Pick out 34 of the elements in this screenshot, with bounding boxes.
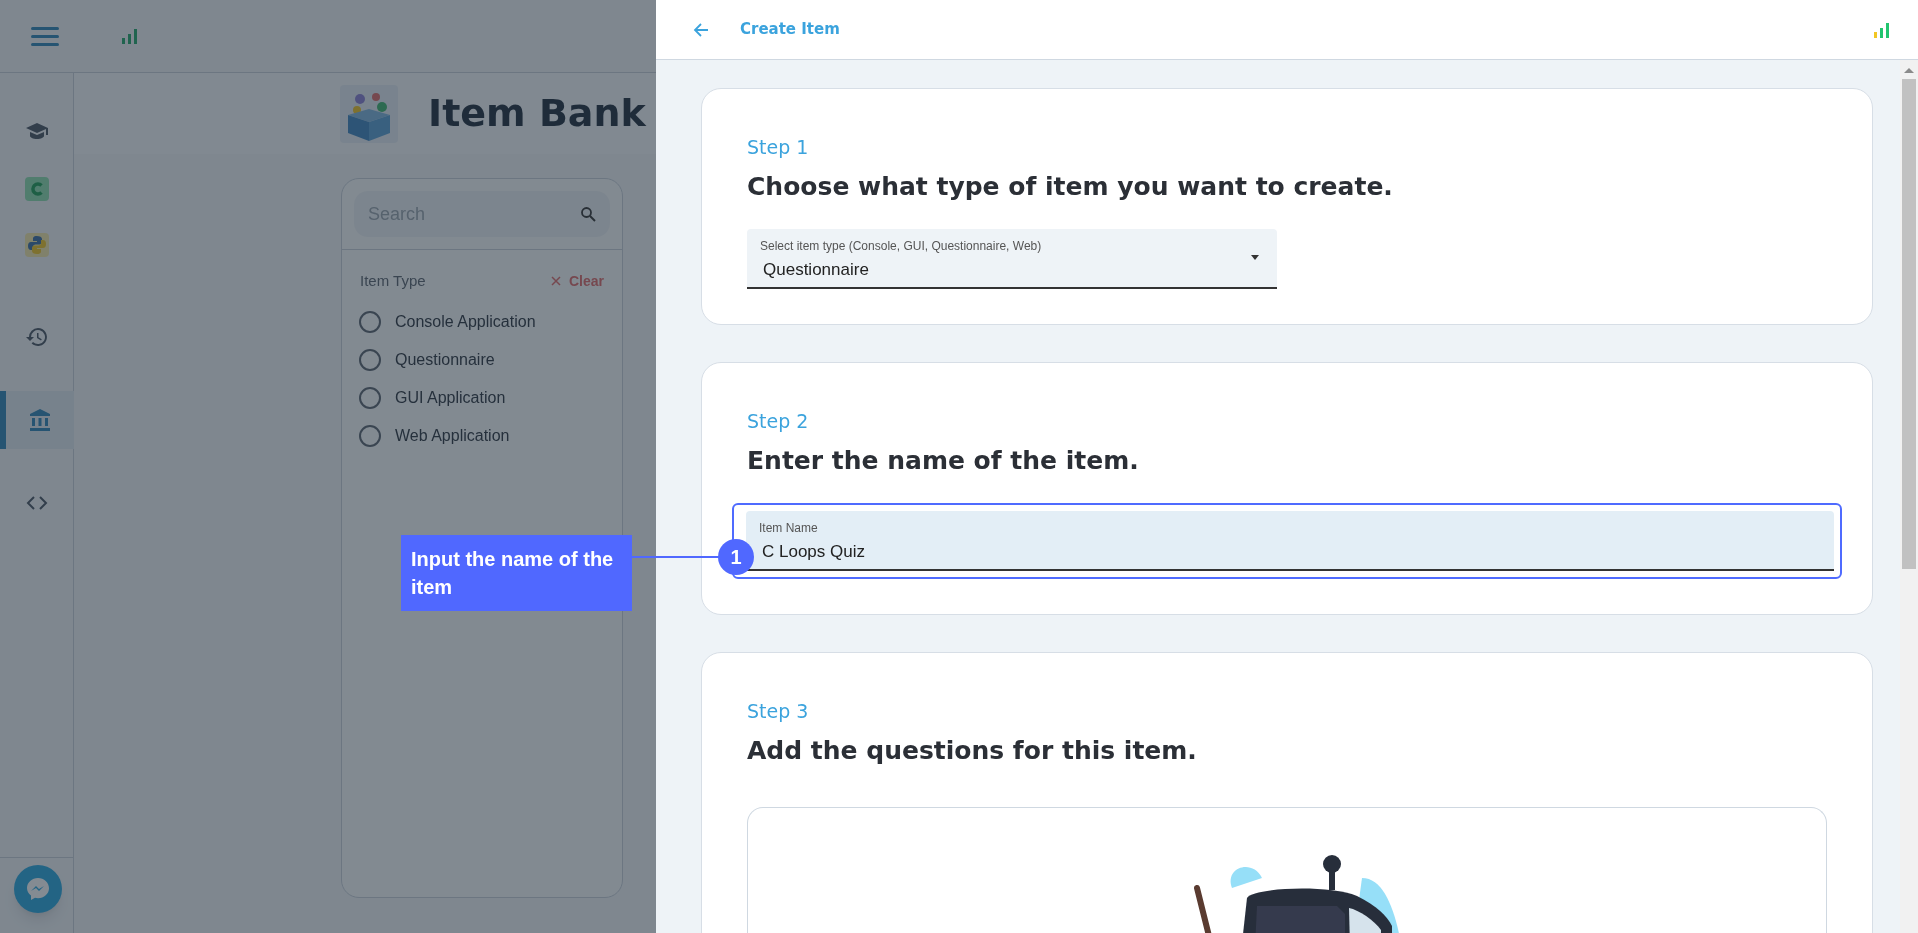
step-heading: Choose what type of item you want to create.	[747, 170, 1394, 203]
step-label: Step 1	[747, 135, 810, 160]
step-heading: Add the questions for this item.	[747, 734, 1198, 767]
filter-label: Item Type	[360, 271, 426, 291]
panel-title: Create Item	[740, 19, 840, 41]
chat-button[interactable]	[14, 865, 62, 913]
radio-button[interactable]	[359, 310, 381, 333]
scrollbar[interactable]	[1900, 60, 1918, 933]
step-label: Step 3	[747, 699, 810, 724]
callout-label: Input the name of the item	[401, 535, 632, 611]
snake-logo-icon	[25, 233, 49, 257]
search-icon	[580, 206, 596, 222]
signal-icon	[120, 26, 140, 46]
radio-label: Questionnaire	[395, 349, 495, 370]
name-input-field[interactable]: Item Name C Loops Quiz	[746, 511, 1834, 571]
sidebar-item[interactable]	[0, 391, 74, 449]
bank-icon	[28, 408, 52, 432]
radio-label: Console Application	[395, 311, 536, 332]
page-title: Item Bank	[428, 90, 646, 137]
radio-button[interactable]	[359, 348, 381, 371]
step-label: Step 2	[747, 409, 810, 434]
letter-c-icon	[25, 177, 49, 201]
caret-icon	[1251, 255, 1259, 260]
close-icon	[550, 276, 561, 287]
radio-button[interactable]	[359, 386, 381, 409]
radio-button[interactable]	[359, 424, 381, 447]
menu-icon	[31, 26, 59, 46]
step-heading: Enter the name of the item.	[747, 444, 1140, 477]
chat-icon	[25, 876, 51, 902]
history-icon	[25, 325, 49, 349]
back-arrow-icon	[693, 21, 709, 38]
type-dropdown[interactable]: Select item type (Console, GUI, Questionnaire, Web) Questionnaire	[747, 229, 1277, 289]
radio-label: GUI Application	[395, 387, 506, 408]
radio-label: Web Application	[395, 425, 510, 446]
